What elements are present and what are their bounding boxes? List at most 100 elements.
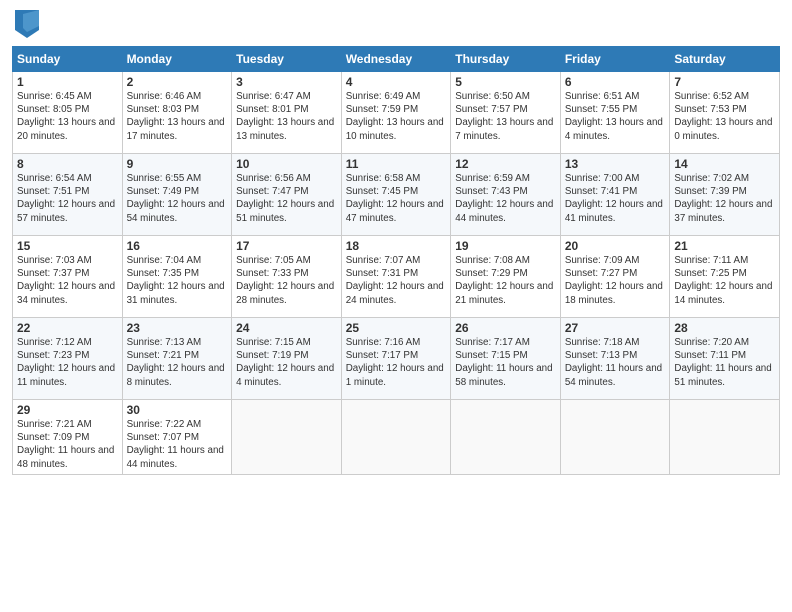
calendar-cell: 16Sunrise: 7:04 AM Sunset: 7:35 PM Dayli… xyxy=(122,236,232,318)
day-number: 3 xyxy=(236,75,337,89)
day-info: Sunrise: 7:21 AM Sunset: 7:09 PM Dayligh… xyxy=(17,418,118,471)
day-number: 24 xyxy=(236,321,337,335)
calendar-cell: 6Sunrise: 6:51 AM Sunset: 7:55 PM Daylig… xyxy=(560,72,670,154)
day-info: Sunrise: 6:50 AM Sunset: 7:57 PM Dayligh… xyxy=(455,90,556,143)
day-info: Sunrise: 6:54 AM Sunset: 7:51 PM Dayligh… xyxy=(17,172,118,225)
calendar-day-header: Friday xyxy=(560,47,670,72)
calendar-day-header: Sunday xyxy=(13,47,123,72)
day-info: Sunrise: 7:12 AM Sunset: 7:23 PM Dayligh… xyxy=(17,336,118,389)
day-info: Sunrise: 7:13 AM Sunset: 7:21 PM Dayligh… xyxy=(127,336,228,389)
day-number: 22 xyxy=(17,321,118,335)
day-info: Sunrise: 7:22 AM Sunset: 7:07 PM Dayligh… xyxy=(127,418,228,471)
day-info: Sunrise: 6:46 AM Sunset: 8:03 PM Dayligh… xyxy=(127,90,228,143)
calendar-cell: 2Sunrise: 6:46 AM Sunset: 8:03 PM Daylig… xyxy=(122,72,232,154)
calendar-cell xyxy=(232,400,342,475)
day-info: Sunrise: 7:00 AM Sunset: 7:41 PM Dayligh… xyxy=(565,172,666,225)
day-info: Sunrise: 7:04 AM Sunset: 7:35 PM Dayligh… xyxy=(127,254,228,307)
calendar-cell: 28Sunrise: 7:20 AM Sunset: 7:11 PM Dayli… xyxy=(670,318,780,400)
calendar-cell: 17Sunrise: 7:05 AM Sunset: 7:33 PM Dayli… xyxy=(232,236,342,318)
calendar-day-header: Tuesday xyxy=(232,47,342,72)
day-info: Sunrise: 7:09 AM Sunset: 7:27 PM Dayligh… xyxy=(565,254,666,307)
calendar-cell: 22Sunrise: 7:12 AM Sunset: 7:23 PM Dayli… xyxy=(13,318,123,400)
calendar-cell: 21Sunrise: 7:11 AM Sunset: 7:25 PM Dayli… xyxy=(670,236,780,318)
day-number: 29 xyxy=(17,403,118,417)
logo-icon xyxy=(15,10,39,38)
day-number: 4 xyxy=(346,75,447,89)
day-info: Sunrise: 6:47 AM Sunset: 8:01 PM Dayligh… xyxy=(236,90,337,143)
calendar-cell: 15Sunrise: 7:03 AM Sunset: 7:37 PM Dayli… xyxy=(13,236,123,318)
calendar-cell: 25Sunrise: 7:16 AM Sunset: 7:17 PM Dayli… xyxy=(341,318,451,400)
day-number: 13 xyxy=(565,157,666,171)
day-info: Sunrise: 6:49 AM Sunset: 7:59 PM Dayligh… xyxy=(346,90,447,143)
day-number: 2 xyxy=(127,75,228,89)
day-number: 15 xyxy=(17,239,118,253)
calendar-week-row: 15Sunrise: 7:03 AM Sunset: 7:37 PM Dayli… xyxy=(13,236,780,318)
day-number: 30 xyxy=(127,403,228,417)
calendar-day-header: Wednesday xyxy=(341,47,451,72)
calendar-cell xyxy=(341,400,451,475)
day-info: Sunrise: 7:07 AM Sunset: 7:31 PM Dayligh… xyxy=(346,254,447,307)
calendar-cell: 13Sunrise: 7:00 AM Sunset: 7:41 PM Dayli… xyxy=(560,154,670,236)
day-number: 7 xyxy=(674,75,775,89)
calendar-day-header: Thursday xyxy=(451,47,561,72)
day-info: Sunrise: 7:11 AM Sunset: 7:25 PM Dayligh… xyxy=(674,254,775,307)
calendar-cell: 23Sunrise: 7:13 AM Sunset: 7:21 PM Dayli… xyxy=(122,318,232,400)
calendar-cell: 20Sunrise: 7:09 AM Sunset: 7:27 PM Dayli… xyxy=(560,236,670,318)
calendar-cell: 10Sunrise: 6:56 AM Sunset: 7:47 PM Dayli… xyxy=(232,154,342,236)
day-number: 11 xyxy=(346,157,447,171)
calendar-week-row: 22Sunrise: 7:12 AM Sunset: 7:23 PM Dayli… xyxy=(13,318,780,400)
day-number: 9 xyxy=(127,157,228,171)
calendar-cell: 3Sunrise: 6:47 AM Sunset: 8:01 PM Daylig… xyxy=(232,72,342,154)
calendar-cell: 4Sunrise: 6:49 AM Sunset: 7:59 PM Daylig… xyxy=(341,72,451,154)
calendar-cell: 24Sunrise: 7:15 AM Sunset: 7:19 PM Dayli… xyxy=(232,318,342,400)
day-number: 20 xyxy=(565,239,666,253)
day-number: 14 xyxy=(674,157,775,171)
day-number: 17 xyxy=(236,239,337,253)
header xyxy=(12,10,780,38)
day-info: Sunrise: 6:52 AM Sunset: 7:53 PM Dayligh… xyxy=(674,90,775,143)
day-info: Sunrise: 7:03 AM Sunset: 7:37 PM Dayligh… xyxy=(17,254,118,307)
day-info: Sunrise: 7:05 AM Sunset: 7:33 PM Dayligh… xyxy=(236,254,337,307)
day-info: Sunrise: 6:45 AM Sunset: 8:05 PM Dayligh… xyxy=(17,90,118,143)
calendar-day-header: Monday xyxy=(122,47,232,72)
day-info: Sunrise: 7:16 AM Sunset: 7:17 PM Dayligh… xyxy=(346,336,447,389)
calendar-cell: 12Sunrise: 6:59 AM Sunset: 7:43 PM Dayli… xyxy=(451,154,561,236)
calendar-day-header: Saturday xyxy=(670,47,780,72)
day-number: 6 xyxy=(565,75,666,89)
calendar-cell xyxy=(451,400,561,475)
calendar-cell: 30Sunrise: 7:22 AM Sunset: 7:07 PM Dayli… xyxy=(122,400,232,475)
day-number: 16 xyxy=(127,239,228,253)
day-number: 25 xyxy=(346,321,447,335)
day-number: 21 xyxy=(674,239,775,253)
day-number: 28 xyxy=(674,321,775,335)
calendar-cell: 27Sunrise: 7:18 AM Sunset: 7:13 PM Dayli… xyxy=(560,318,670,400)
day-number: 5 xyxy=(455,75,556,89)
calendar-cell: 18Sunrise: 7:07 AM Sunset: 7:31 PM Dayli… xyxy=(341,236,451,318)
calendar-cell: 29Sunrise: 7:21 AM Sunset: 7:09 PM Dayli… xyxy=(13,400,123,475)
calendar-cell xyxy=(670,400,780,475)
calendar-cell xyxy=(560,400,670,475)
calendar-cell: 9Sunrise: 6:55 AM Sunset: 7:49 PM Daylig… xyxy=(122,154,232,236)
calendar-cell: 8Sunrise: 6:54 AM Sunset: 7:51 PM Daylig… xyxy=(13,154,123,236)
calendar-cell: 19Sunrise: 7:08 AM Sunset: 7:29 PM Dayli… xyxy=(451,236,561,318)
day-info: Sunrise: 6:59 AM Sunset: 7:43 PM Dayligh… xyxy=(455,172,556,225)
day-number: 10 xyxy=(236,157,337,171)
day-number: 26 xyxy=(455,321,556,335)
calendar-header-row: SundayMondayTuesdayWednesdayThursdayFrid… xyxy=(13,47,780,72)
day-number: 12 xyxy=(455,157,556,171)
calendar-cell: 14Sunrise: 7:02 AM Sunset: 7:39 PM Dayli… xyxy=(670,154,780,236)
day-info: Sunrise: 6:58 AM Sunset: 7:45 PM Dayligh… xyxy=(346,172,447,225)
day-info: Sunrise: 7:20 AM Sunset: 7:11 PM Dayligh… xyxy=(674,336,775,389)
day-info: Sunrise: 7:15 AM Sunset: 7:19 PM Dayligh… xyxy=(236,336,337,389)
day-info: Sunrise: 6:56 AM Sunset: 7:47 PM Dayligh… xyxy=(236,172,337,225)
day-number: 23 xyxy=(127,321,228,335)
calendar-table: SundayMondayTuesdayWednesdayThursdayFrid… xyxy=(12,46,780,475)
calendar-cell: 11Sunrise: 6:58 AM Sunset: 7:45 PM Dayli… xyxy=(341,154,451,236)
day-info: Sunrise: 7:08 AM Sunset: 7:29 PM Dayligh… xyxy=(455,254,556,307)
calendar-week-row: 8Sunrise: 6:54 AM Sunset: 7:51 PM Daylig… xyxy=(13,154,780,236)
calendar-week-row: 1Sunrise: 6:45 AM Sunset: 8:05 PM Daylig… xyxy=(13,72,780,154)
day-info: Sunrise: 6:51 AM Sunset: 7:55 PM Dayligh… xyxy=(565,90,666,143)
day-number: 27 xyxy=(565,321,666,335)
day-info: Sunrise: 6:55 AM Sunset: 7:49 PM Dayligh… xyxy=(127,172,228,225)
day-info: Sunrise: 7:17 AM Sunset: 7:15 PM Dayligh… xyxy=(455,336,556,389)
